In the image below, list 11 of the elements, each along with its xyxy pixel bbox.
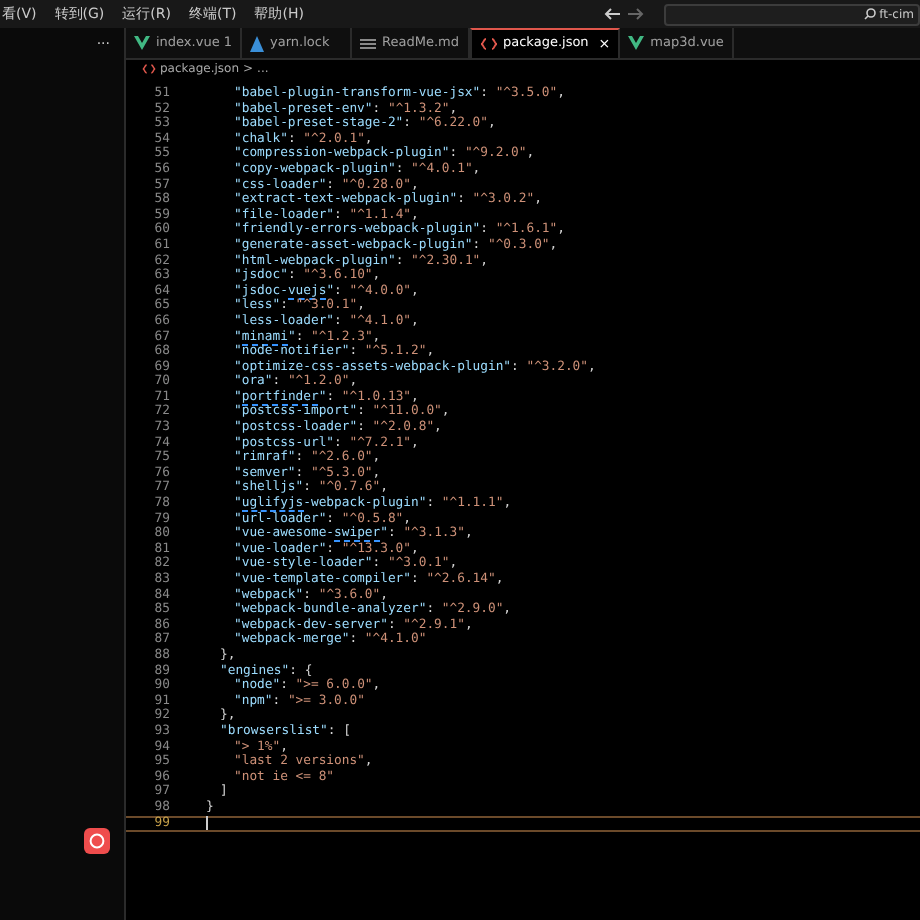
lines-icon	[360, 37, 377, 49]
braces-icon	[479, 38, 497, 50]
v-logo-icon	[628, 36, 645, 50]
search-icon	[863, 8, 876, 20]
text-cursor	[206, 816, 208, 830]
forward-arrow-icon[interactable]	[628, 8, 644, 20]
braces-icon	[142, 64, 156, 74]
file-icon	[250, 35, 265, 51]
app-icon[interactable]	[84, 828, 110, 854]
v-logo-icon	[134, 36, 150, 50]
back-arrow-icon[interactable]	[604, 8, 620, 20]
